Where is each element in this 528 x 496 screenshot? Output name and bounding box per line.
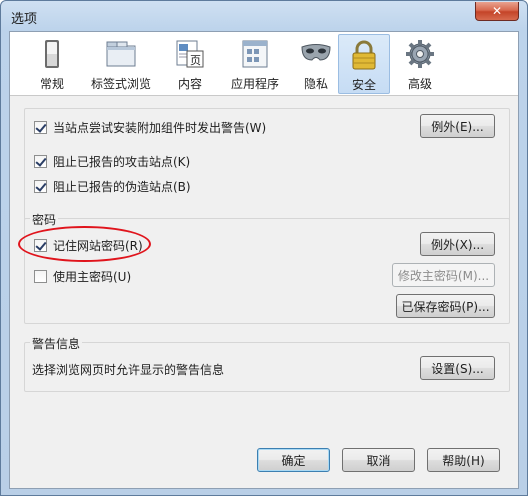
mask-icon <box>300 38 332 70</box>
checkbox-label: 记住网站密码(R) <box>53 239 143 253</box>
block-forgery-checkbox[interactable]: 阻止已报告的伪造站点(B) <box>34 178 191 195</box>
tab-label: 应用程序 <box>230 77 279 91</box>
warning-settings-button[interactable]: 设置(S)... <box>420 356 495 380</box>
change-master-password-button[interactable]: 修改主密码(M)... <box>392 263 495 287</box>
passwords-caption: 密码 <box>30 211 59 228</box>
tab-label: 内容 <box>177 77 202 91</box>
block-attack-checkbox[interactable]: 阻止已报告的攻击站点(K) <box>34 153 190 170</box>
padlock-icon <box>348 39 380 71</box>
tab-applications[interactable]: 应用程序 <box>222 34 288 94</box>
checkbox-label: 使用主密码(U) <box>53 270 132 284</box>
tab-tabs[interactable]: 标签式浏览 <box>82 34 160 94</box>
title-bar[interactable]: 选项 ✕ <box>1 1 527 31</box>
warnings-caption: 警告信息 <box>30 335 83 352</box>
tab-label: 高级 <box>407 77 432 91</box>
svg-text:页: 页 <box>190 54 201 67</box>
help-button[interactable]: 帮助(H) <box>427 448 500 472</box>
content-page-icon: 页 <box>174 38 206 70</box>
checkbox-box[interactable] <box>34 239 47 252</box>
password-exceptions-button[interactable]: 例外(X)... <box>420 232 495 256</box>
tab-privacy[interactable]: 隐私 <box>292 34 340 94</box>
dialog-title: 选项 <box>11 12 38 27</box>
applications-icon <box>239 38 271 70</box>
checkbox-box[interactable] <box>34 155 47 168</box>
warn-addons-checkbox[interactable]: 当站点尝试安装附加组件时发出警告(W) <box>34 119 266 136</box>
tab-label: 标签式浏览 <box>90 77 151 91</box>
tab-label: 常规 <box>39 77 64 91</box>
close-button[interactable]: ✕ <box>475 2 519 21</box>
checkbox-label: 阻止已报告的伪造站点(B) <box>53 180 191 194</box>
saved-passwords-button[interactable]: 已保存密码(P)... <box>396 294 495 318</box>
master-password-checkbox[interactable]: 使用主密码(U) <box>34 268 131 285</box>
cancel-button[interactable]: 取消 <box>342 448 415 472</box>
tab-advanced[interactable]: 高级 <box>396 34 444 94</box>
checkbox-label: 阻止已报告的攻击站点(K) <box>53 155 191 169</box>
addon-exceptions-button[interactable]: 例外(E)... <box>420 114 495 138</box>
checkbox-box[interactable] <box>34 180 47 193</box>
checkbox-box[interactable] <box>34 270 47 283</box>
checkbox-box[interactable] <box>34 121 47 134</box>
close-icon: ✕ <box>491 4 503 18</box>
options-dialog: 选项 ✕ 常规 标签式浏览 页 内容 应用程序 隐私 安全 高级 当站点尝试安装… <box>0 0 528 496</box>
dialog-body: 常规 标签式浏览 页 内容 应用程序 隐私 安全 高级 当站点尝试安装附加组件时… <box>9 31 519 489</box>
checkbox-label: 当站点尝试安装附加组件时发出警告(W) <box>53 121 267 135</box>
category-toolbar: 常规 标签式浏览 页 内容 应用程序 隐私 安全 高级 <box>10 32 518 96</box>
warnings-description: 选择浏览网页时允许显示的警告信息 <box>32 363 225 377</box>
tab-label: 隐私 <box>303 77 328 91</box>
ok-button[interactable]: 确定 <box>257 448 330 472</box>
switch-icon <box>36 38 68 70</box>
tab-content[interactable]: 页 内容 <box>166 34 214 94</box>
tabs-icon <box>105 38 137 70</box>
gear-icon <box>404 38 436 70</box>
tab-general[interactable]: 常规 <box>28 34 76 94</box>
tab-security[interactable]: 安全 <box>338 34 390 94</box>
remember-passwords-checkbox[interactable]: 记住网站密码(R) <box>34 237 143 254</box>
tab-label: 安全 <box>351 78 376 92</box>
